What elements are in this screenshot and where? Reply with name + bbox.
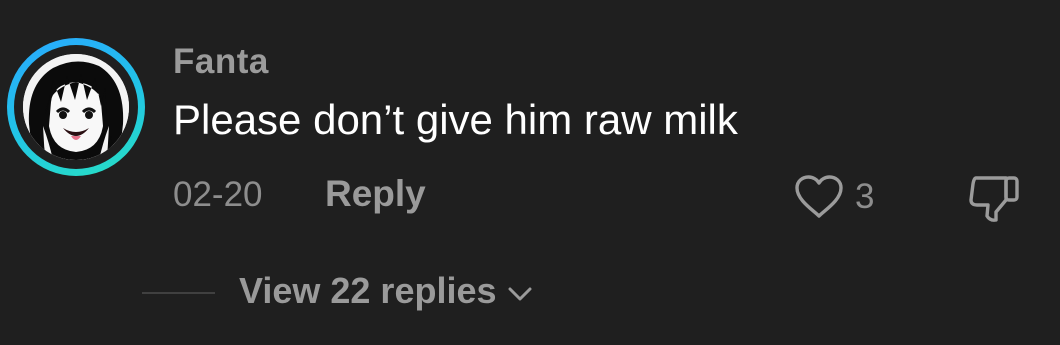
- like-count: 3: [855, 177, 875, 216]
- avatar-story-ring[interactable]: [7, 38, 145, 176]
- avatar[interactable]: [23, 54, 129, 160]
- view-replies-button[interactable]: View 22 replies: [239, 270, 533, 312]
- reply-button[interactable]: Reply: [325, 173, 426, 215]
- username[interactable]: Fanta: [173, 42, 269, 82]
- view-replies-label: View 22 replies: [239, 270, 497, 311]
- comment-date: 02-20: [173, 175, 263, 214]
- dislike-button[interactable]: [966, 172, 1022, 224]
- heart-icon: [795, 175, 843, 218]
- avatar-image: [23, 54, 129, 160]
- like-button[interactable]: 3: [793, 172, 874, 222]
- replies-divider: [142, 292, 215, 294]
- comment-text: Please don’t give him raw milk: [173, 96, 738, 143]
- avatar-ring-gap: [14, 45, 138, 169]
- thumbs-down-icon: [969, 176, 1019, 222]
- comment-item: Fanta Please don’t give him raw milk 02-…: [0, 0, 1060, 345]
- chevron-down-icon: [508, 287, 532, 301]
